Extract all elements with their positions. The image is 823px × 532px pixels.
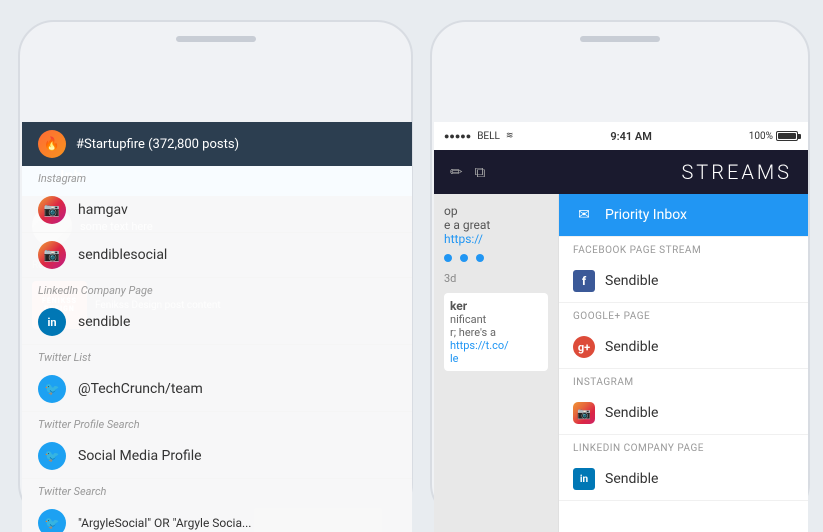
- stream-facebook-sendible[interactable]: f Sendible: [559, 260, 808, 303]
- dropdown-top-item[interactable]: 🔥 #Startupfire (372,800 posts): [22, 122, 412, 166]
- right-time: 9:41 AM: [610, 130, 652, 143]
- carrier-label: BELL: [477, 131, 500, 142]
- dot-1: [444, 254, 452, 262]
- item-text-sendiblesocial: sendiblesocial: [78, 247, 167, 263]
- instagram-icon-stream: 📷: [573, 402, 595, 424]
- item-text-hamgav: hamgav: [78, 202, 128, 218]
- stream-fb-label: Sendible: [605, 273, 658, 289]
- item-text-argyle: "ArgyleSocial" OR "Argyle Socia...: [78, 516, 251, 530]
- right-signal: ●●●●● BELL ≋: [444, 131, 513, 142]
- time-label: 3d: [444, 272, 548, 285]
- layers-icon[interactable]: ⧉: [475, 163, 486, 181]
- stream-section-facebook: FACEBOOK PAGE STREAM: [559, 237, 808, 260]
- right-phone-screen: ●●●●● BELL ≋ 9:41 AM 100% ✏ ⧉ STREAMS op…: [434, 122, 808, 532]
- partial-link-1: https://: [444, 232, 548, 246]
- instagram-icon-hamgav: 📷: [38, 196, 66, 224]
- item-text-techcrunch: @TechCrunch/team: [78, 381, 203, 397]
- phone-notch: [580, 36, 660, 42]
- right-toolbar: ✏ ⧉ STREAMS: [434, 150, 808, 194]
- card-title: ker: [450, 299, 542, 313]
- item-text-social-media-profile: Social Media Profile: [78, 448, 202, 464]
- card-link: https://t.co/: [450, 339, 542, 352]
- instagram-icon-sendiblesocial: 📷: [38, 241, 66, 269]
- dropdown-item-hamgav[interactable]: 📷 hamgav: [22, 188, 412, 233]
- compose-icon[interactable]: ✏: [450, 163, 463, 181]
- gplus-icon: g+: [573, 336, 595, 358]
- twitter-icon-techcrunch: 🐦: [38, 375, 66, 403]
- linkedin-icon-stream: in: [573, 468, 595, 490]
- dropdown-item-argyle[interactable]: 🐦 "ArgyleSocial" OR "Argyle Socia...: [22, 501, 412, 532]
- streams-title: STREAMS: [681, 160, 792, 184]
- battery-percent: 100%: [749, 131, 773, 142]
- card-desc1: nificant: [450, 313, 542, 326]
- toolbar-icons: ✏ ⧉: [450, 163, 485, 181]
- stream-li-label: Sendible: [605, 471, 658, 487]
- card-desc2: r; here's a: [450, 326, 542, 339]
- dot-3: [476, 254, 484, 262]
- right-content-partial: op e a great https:// 3d ker nificant r;…: [434, 194, 558, 532]
- stream-section-linkedin: LINKEDIN COMPANY PAGE: [559, 435, 808, 458]
- dropdown-top-icon: 🔥: [38, 130, 66, 158]
- wifi-icon-right: ≋: [506, 131, 514, 141]
- item-text-sendible-li: sendible: [78, 314, 130, 330]
- left-phone-screen: ▼ ▲ ▬ 12:30 ← Inb some text here Repost …: [22, 122, 412, 532]
- section-label-twitter-list: Twitter List: [22, 345, 412, 367]
- phone-notch: [176, 36, 256, 42]
- dropdown-item-techcrunch[interactable]: 🐦 @TechCrunch/team: [22, 367, 412, 412]
- partial-text-1: op: [444, 204, 548, 218]
- battery-bar-right: [776, 131, 798, 141]
- dropdown-overlay: 🔥 #Startupfire (372,800 posts) Instagram…: [22, 122, 412, 532]
- right-content-layout: op e a great https:// 3d ker nificant r;…: [434, 194, 808, 532]
- dropdown-item-sendible-li[interactable]: in sendible: [22, 300, 412, 345]
- stream-gplus-sendible[interactable]: g+ Sendible: [559, 326, 808, 369]
- dropdown-item-sendiblesocial[interactable]: 📷 sendiblesocial: [22, 233, 412, 278]
- stream-instagram-sendible[interactable]: 📷 Sendible: [559, 392, 808, 435]
- partial-text-2: e a great: [444, 218, 548, 232]
- stream-priority-inbox[interactable]: ✉ Priority Inbox: [559, 194, 808, 237]
- stream-section-gplus: GOOGLE+ PAGE: [559, 303, 808, 326]
- stream-section-instagram: INSTAGRAM: [559, 369, 808, 392]
- dropdown-item-social-media-profile[interactable]: 🐦 Social Media Profile: [22, 434, 412, 479]
- dot-2: [460, 254, 468, 262]
- envelope-icon: ✉: [573, 204, 595, 226]
- dots-row: [444, 254, 548, 262]
- twitter-icon-profile: 🐦: [38, 442, 66, 470]
- section-label-linkedin: LinkedIn Company Page: [22, 278, 412, 300]
- stream-gplus-label: Sendible: [605, 339, 658, 355]
- card-link2: le: [450, 352, 542, 365]
- stream-linkedin-sendible[interactable]: in Sendible: [559, 458, 808, 501]
- stream-priority-inbox-label: Priority Inbox: [605, 207, 687, 223]
- section-label-twitter-profile: Twitter Profile Search: [22, 412, 412, 434]
- right-status-bar: ●●●●● BELL ≋ 9:41 AM 100%: [434, 122, 808, 150]
- signal-dots: ●●●●●: [444, 131, 471, 142]
- section-label-twitter-search: Twitter Search: [22, 479, 412, 501]
- stream-ig-label: Sendible: [605, 405, 658, 421]
- facebook-icon: f: [573, 270, 595, 292]
- dropdown-top-text: #Startupfire (372,800 posts): [76, 137, 239, 152]
- section-label-instagram: Instagram: [22, 166, 412, 188]
- linkedin-icon-sendible: in: [38, 308, 66, 336]
- streams-panel: ✉ Priority Inbox FACEBOOK PAGE STREAM f …: [558, 194, 808, 532]
- card-area: ker nificant r; here's a https://t.co/ l…: [444, 293, 548, 371]
